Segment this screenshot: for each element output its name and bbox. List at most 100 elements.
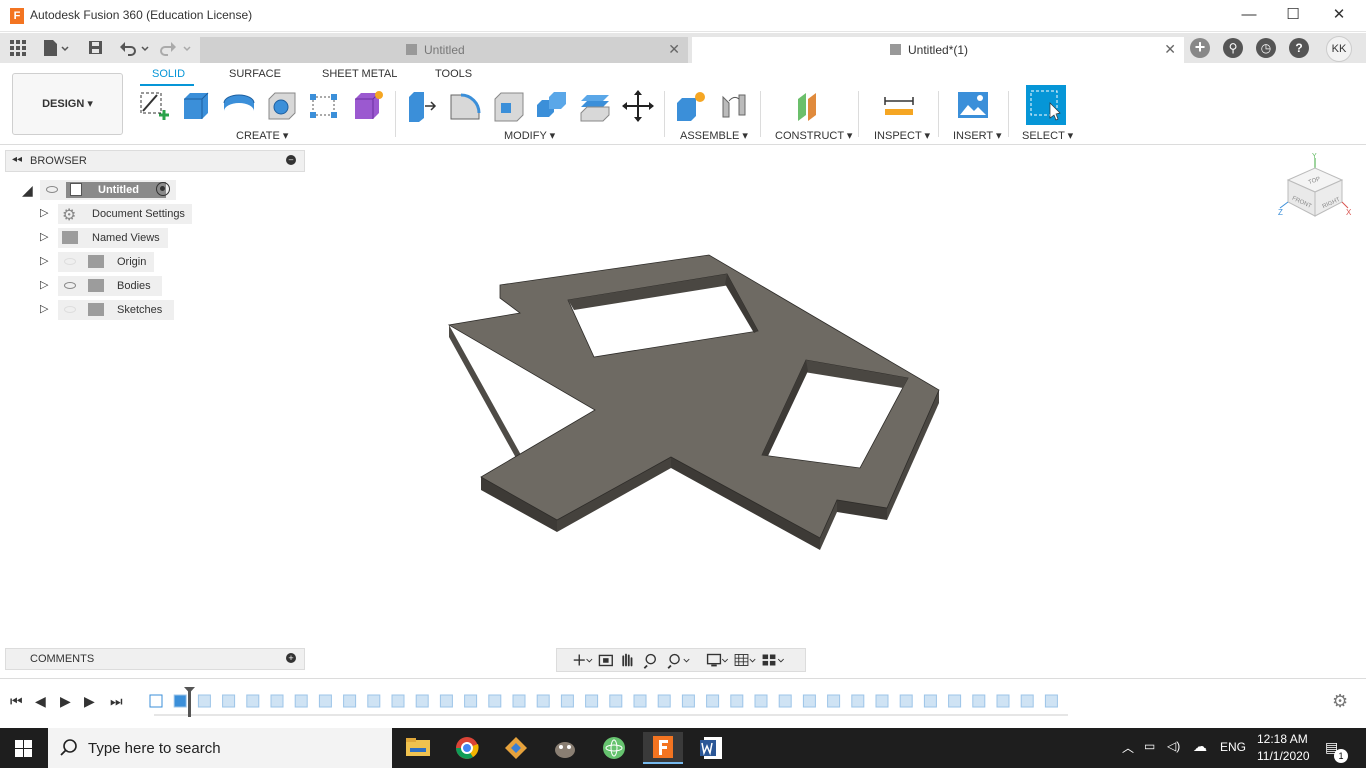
timeline-feature-icon[interactable] bbox=[173, 694, 187, 708]
pattern-icon[interactable] bbox=[307, 89, 341, 123]
undo-icon[interactable] bbox=[118, 39, 152, 57]
fusion-360-app-icon[interactable] bbox=[643, 732, 683, 764]
expand-arrow-icon[interactable]: ▷ bbox=[40, 230, 48, 243]
tab-sheet-metal[interactable]: SHEET METAL bbox=[322, 68, 397, 80]
visibility-eye-icon[interactable] bbox=[46, 186, 58, 193]
atom-app-icon[interactable] bbox=[594, 732, 634, 764]
timeline-feature-icon[interactable] bbox=[802, 694, 816, 708]
timeline-feature-icon[interactable] bbox=[585, 694, 599, 708]
taskbar-search-input[interactable]: Type here to search bbox=[48, 728, 392, 768]
collapse-panel-icon[interactable]: ◂◂ bbox=[12, 154, 22, 165]
expand-arrow-icon[interactable]: ▷ bbox=[40, 302, 48, 315]
step-back-icon[interactable]: ◀ bbox=[35, 693, 46, 710]
timeline-marker[interactable] bbox=[188, 689, 191, 717]
joint-icon[interactable] bbox=[717, 89, 751, 123]
browser-item-document-settings[interactable]: ⚙ Document Settings bbox=[58, 204, 192, 224]
tab-solid[interactable]: SOLID bbox=[152, 68, 185, 80]
timeline-feature-icon[interactable] bbox=[536, 694, 550, 708]
offset-face-icon[interactable] bbox=[578, 89, 612, 123]
step-forward-icon[interactable]: ▶ bbox=[84, 693, 95, 710]
timeline-feature-icon[interactable] bbox=[246, 694, 260, 708]
file-menu-icon[interactable] bbox=[42, 39, 70, 57]
add-comment-icon[interactable]: + bbox=[286, 653, 296, 663]
job-status-icon[interactable]: ◷ bbox=[1256, 38, 1276, 58]
minimize-panel-icon[interactable]: – bbox=[286, 155, 296, 165]
comments-panel[interactable]: COMMENTS + bbox=[5, 648, 305, 670]
timeline-feature-icon[interactable] bbox=[560, 694, 574, 708]
select-group-menu[interactable]: SELECT ▾ bbox=[1022, 129, 1073, 142]
tab-close-icon[interactable]: ✕ bbox=[1164, 41, 1176, 58]
volume-icon[interactable]: ◁) bbox=[1167, 739, 1180, 753]
insert-group-menu[interactable]: INSERT ▾ bbox=[953, 129, 1002, 142]
orbit-icon[interactable] bbox=[573, 654, 593, 666]
activate-radio-icon[interactable] bbox=[156, 182, 170, 196]
gimp-app-icon[interactable] bbox=[545, 732, 585, 764]
file-explorer-app-icon[interactable] bbox=[398, 732, 438, 764]
expand-arrow-icon[interactable]: ▷ bbox=[40, 278, 48, 291]
browser-item-named-views[interactable]: Named Views bbox=[58, 228, 168, 248]
new-component-icon[interactable] bbox=[674, 89, 708, 123]
help-icon[interactable]: ? bbox=[1289, 38, 1309, 58]
timeline-feature-icon[interactable] bbox=[948, 694, 962, 708]
timeline-feature-icon[interactable] bbox=[1020, 694, 1034, 708]
fit-zoom-icon[interactable] bbox=[667, 653, 690, 669]
go-to-start-icon[interactable]: ⏮ bbox=[10, 693, 23, 710]
timeline-feature-icon[interactable] bbox=[439, 694, 453, 708]
timeline-feature-icon[interactable] bbox=[851, 694, 865, 708]
new-tab-icon[interactable]: + bbox=[1190, 38, 1210, 58]
shell-icon[interactable] bbox=[492, 89, 526, 123]
move-copy-icon[interactable] bbox=[621, 89, 655, 123]
timeline-feature-icon[interactable] bbox=[754, 694, 768, 708]
windows-start-icon[interactable] bbox=[15, 740, 32, 757]
modify-group-menu[interactable]: MODIFY ▾ bbox=[504, 129, 555, 142]
offset-plane-icon[interactable] bbox=[794, 89, 828, 123]
tab-surface[interactable]: SURFACE bbox=[229, 68, 281, 80]
visibility-eye-icon[interactable] bbox=[64, 306, 76, 313]
timeline-feature-icon[interactable] bbox=[633, 694, 647, 708]
play-icon[interactable]: ▶ bbox=[60, 693, 71, 710]
inspect-group-menu[interactable]: INSPECT ▾ bbox=[874, 129, 930, 142]
show-hidden-icons-icon[interactable]: ︿ bbox=[1122, 739, 1134, 756]
select-icon[interactable] bbox=[1026, 85, 1066, 125]
create-sketch-icon[interactable] bbox=[137, 89, 171, 123]
collapse-arrow-icon[interactable]: ◢ bbox=[22, 182, 33, 199]
git-app-icon[interactable] bbox=[496, 732, 536, 764]
timeline-feature-icon[interactable] bbox=[996, 694, 1010, 708]
minimize-button[interactable]: — bbox=[1226, 0, 1272, 30]
timeline-feature-icon[interactable] bbox=[681, 694, 695, 708]
redo-icon[interactable] bbox=[160, 39, 194, 57]
timeline-feature-icon[interactable] bbox=[923, 694, 937, 708]
timeline-feature-icon[interactable] bbox=[343, 694, 357, 708]
timeline-feature-icon[interactable] bbox=[222, 694, 236, 708]
timeline-feature-icon[interactable] bbox=[367, 694, 381, 708]
timeline-feature-icon[interactable] bbox=[415, 694, 429, 708]
display-settings-icon[interactable] bbox=[706, 653, 729, 667]
timeline-feature-icon[interactable] bbox=[391, 694, 405, 708]
browser-item-origin[interactable]: Origin bbox=[58, 252, 154, 272]
timeline-feature-icon[interactable] bbox=[464, 694, 478, 708]
pan-icon[interactable] bbox=[622, 653, 633, 667]
browser-item-sketches[interactable]: Sketches bbox=[58, 300, 174, 320]
combine-icon[interactable] bbox=[535, 89, 569, 123]
timeline-feature-icon[interactable] bbox=[318, 694, 332, 708]
timeline-feature-icon[interactable] bbox=[657, 694, 671, 708]
visibility-eye-icon[interactable] bbox=[64, 282, 76, 289]
onedrive-cloud-icon[interactable]: ☁ bbox=[1193, 738, 1207, 755]
chrome-app-icon[interactable] bbox=[447, 732, 487, 764]
timeline-feature-icon[interactable] bbox=[1044, 694, 1058, 708]
timeline-feature-icon[interactable] bbox=[899, 694, 913, 708]
input-language[interactable]: ENG bbox=[1220, 740, 1246, 754]
create-form-icon[interactable] bbox=[351, 89, 385, 123]
visibility-eye-icon[interactable] bbox=[64, 258, 76, 265]
create-group-menu[interactable]: CREATE ▾ bbox=[236, 129, 288, 142]
browser-item-bodies[interactable]: Bodies bbox=[58, 276, 162, 296]
viewcube[interactable]: Y TOP FRONT RIGHT Z X bbox=[1278, 152, 1353, 232]
clock-date[interactable]: 11/1/2020 bbox=[1257, 749, 1310, 763]
grid-settings-icon[interactable] bbox=[734, 654, 756, 666]
battery-icon[interactable]: ▭ bbox=[1144, 739, 1155, 753]
close-button[interactable]: ✕ bbox=[1316, 0, 1362, 30]
hole-icon[interactable] bbox=[265, 89, 299, 123]
insert-image-icon[interactable] bbox=[956, 89, 990, 123]
timeline-feature-icon[interactable] bbox=[512, 694, 526, 708]
extensions-icon[interactable]: ⚲ bbox=[1223, 38, 1243, 58]
